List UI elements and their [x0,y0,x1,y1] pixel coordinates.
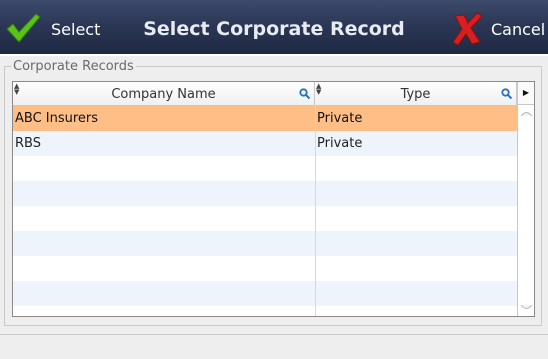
scroll-up-icon[interactable] [519,109,534,118]
column-header-company-name[interactable]: ▲ ▼ Company Name [13,82,315,105]
cancel-button[interactable]: Cancel [446,0,548,56]
x-icon [452,12,483,46]
column-header-label: Type [400,87,431,102]
magnifier-icon[interactable] [299,88,310,99]
magnifier-icon[interactable] [501,88,512,99]
empty-row [13,281,517,306]
table-row[interactable]: ABC Insurers Private [13,106,517,131]
table-row[interactable]: RBS Private [13,131,517,156]
empty-row [13,306,517,316]
scroll-down-icon[interactable] [519,303,534,312]
empty-row [13,231,517,256]
column-divider [315,105,316,316]
cell-type: Private [317,136,363,151]
title-bar: Select Select Corporate Record Cancel [0,0,548,56]
empty-row [13,206,517,231]
empty-row [13,156,517,181]
corporate-records-grid: ▲ ▼ Company Name ▲ ▼ Type ABC Insurers Pri… [12,81,535,317]
cell-company-name: ABC Insurers [15,111,99,126]
cell-company-name: RBS [15,136,41,151]
column-header-type[interactable]: ▲ ▼ Type [315,82,517,105]
footer-divider [0,334,548,335]
empty-row [13,256,517,281]
column-header-label: Company Name [111,87,216,102]
column-chooser-button[interactable]: ▶ [518,82,534,105]
vertical-scrollbar[interactable]: ▶ [517,82,534,316]
cancel-button-label: Cancel [491,20,546,39]
cell-type: Private [317,111,363,126]
group-legend: Corporate Records [11,59,136,74]
grid-header: ▲ ▼ Company Name ▲ ▼ Type [13,82,517,106]
empty-row [13,181,517,206]
